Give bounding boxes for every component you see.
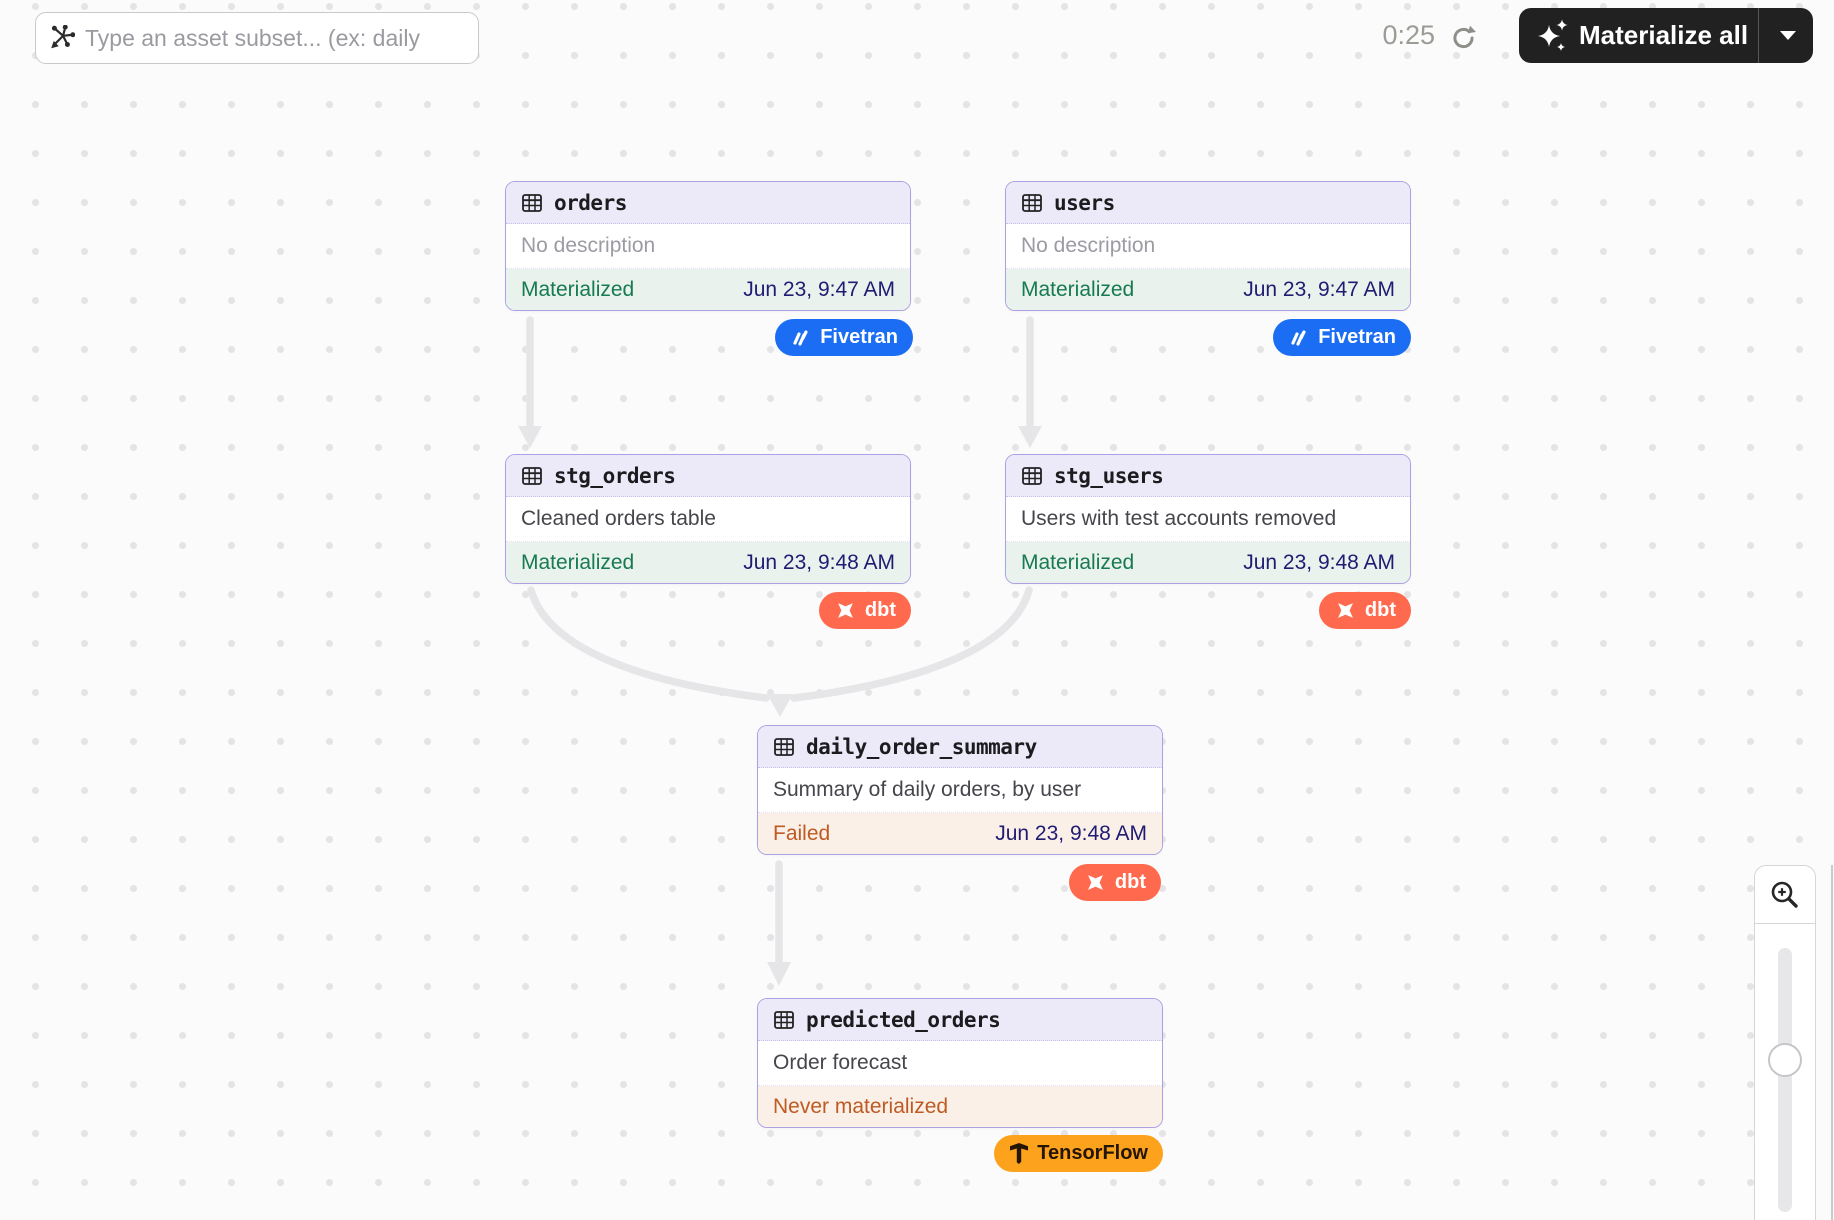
asset-description: Users with test accounts removed — [1006, 497, 1410, 542]
zoom-slider-thumb[interactable] — [1768, 1043, 1802, 1077]
arrowhead — [1018, 426, 1042, 448]
refresh-button[interactable] — [1447, 21, 1481, 55]
refresh-icon — [1449, 23, 1479, 53]
asset-node-stg_users[interactable]: stg_users Users with test accounts remov… — [1005, 454, 1411, 584]
zoom-in-icon — [1768, 878, 1802, 912]
asset-description: No description — [506, 224, 910, 269]
asset-name: daily_order_summary — [806, 735, 1037, 759]
status-timestamp: Jun 23, 9:47 AM — [1243, 278, 1395, 302]
compute-kind-badge-dbt: dbt — [1319, 592, 1411, 629]
asset-node-predicted_orders[interactable]: predicted_orders Order forecast Never ma… — [757, 998, 1163, 1128]
status-label: Never materialized — [773, 1095, 948, 1119]
zoom-in-button[interactable] — [1755, 866, 1815, 924]
asset-name: orders — [554, 191, 627, 215]
compute-kind-badge-tensorflow: TensorFlow — [994, 1135, 1163, 1172]
table-icon — [1021, 465, 1043, 487]
asset-description: No description — [1006, 224, 1410, 269]
dbt-icon — [1084, 871, 1107, 894]
status-timestamp: Jun 23, 9:48 AM — [743, 551, 895, 575]
dbt-icon — [834, 599, 857, 622]
asset-status-row: Materialized Jun 23, 9:48 AM — [506, 542, 910, 583]
status-label: Materialized — [1021, 278, 1134, 302]
asset-search-bar[interactable] — [35, 12, 479, 64]
asset-status-row: Failed Jun 23, 9:48 AM — [758, 813, 1162, 854]
status-timestamp: Jun 23, 9:47 AM — [743, 278, 895, 302]
caret-down-icon — [1779, 30, 1797, 41]
asset-node-header: stg_users — [1006, 455, 1410, 497]
dbt-icon — [1334, 599, 1357, 622]
zoom-slider — [1755, 924, 1815, 1220]
table-icon — [1021, 192, 1043, 214]
asset-name: predicted_orders — [806, 1008, 1000, 1032]
zoom-control-panel — [1754, 865, 1816, 1220]
asset-node-header: daily_order_summary — [758, 726, 1162, 768]
asset-description: Cleaned orders table — [506, 497, 910, 542]
asset-name: stg_users — [1054, 464, 1163, 488]
materialize-all-label: Materialize all — [1579, 20, 1748, 51]
badge-label: dbt — [1115, 871, 1146, 894]
asset-node-orders[interactable]: orders No description Materialized Jun 2… — [505, 181, 911, 311]
asset-description: Summary of daily orders, by user — [758, 768, 1162, 813]
asset-node-daily_order_summary[interactable]: daily_order_summary Summary of daily ord… — [757, 725, 1163, 855]
table-icon — [521, 465, 543, 487]
table-icon — [773, 736, 795, 758]
asset-node-header: orders — [506, 182, 910, 224]
materialize-all-button[interactable]: Materialize all — [1519, 8, 1758, 63]
asset-name: stg_orders — [554, 464, 675, 488]
sparkles-icon — [1533, 16, 1571, 56]
asset-status-row: Never materialized — [758, 1086, 1162, 1127]
arrowhead — [767, 694, 793, 717]
status-label: Materialized — [521, 278, 634, 302]
compute-kind-badge-dbt: dbt — [819, 592, 911, 629]
status-timestamp: Jun 23, 9:48 AM — [1243, 551, 1395, 575]
badge-label: Fivetran — [1318, 326, 1396, 349]
badge-label: TensorFlow — [1037, 1142, 1148, 1165]
status-label: Materialized — [521, 551, 634, 575]
asset-status-row: Materialized Jun 23, 9:47 AM — [1006, 269, 1410, 310]
asset-description: Order forecast — [758, 1041, 1162, 1086]
tensorflow-icon — [1009, 1142, 1029, 1165]
compute-kind-badge-fivetran: Fivetran — [1273, 319, 1411, 356]
fivetran-icon — [1288, 327, 1310, 349]
status-timestamp: Jun 23, 9:48 AM — [995, 822, 1147, 846]
table-icon — [773, 1009, 795, 1031]
edge-stg_orders-daily_order_summary — [531, 590, 766, 698]
materialize-all-split-button: Materialize all — [1519, 8, 1813, 63]
zoom-slider-track[interactable] — [1778, 948, 1792, 1212]
asset-name: users — [1054, 191, 1115, 215]
asset-search-input[interactable] — [85, 13, 478, 63]
asset-node-header: predicted_orders — [758, 999, 1162, 1041]
asset-node-header: stg_orders — [506, 455, 910, 497]
compute-kind-badge-dbt: dbt — [1069, 864, 1161, 901]
arrowhead — [518, 426, 542, 448]
asset-status-row: Materialized Jun 23, 9:47 AM — [506, 269, 910, 310]
arrowhead — [767, 962, 791, 986]
asset-node-users[interactable]: users No description Materialized Jun 23… — [1005, 181, 1411, 311]
asset-graph-canvas[interactable]: 0:25 Materialize all — [0, 0, 1834, 1220]
badge-label: Fivetran — [820, 326, 898, 349]
asset-node-header: users — [1006, 182, 1410, 224]
compute-kind-badge-fivetran: Fivetran — [775, 319, 913, 356]
panel-edge-divider — [1831, 865, 1833, 1220]
asset-status-row: Materialized Jun 23, 9:48 AM — [1006, 542, 1410, 583]
badge-label: dbt — [1365, 599, 1396, 622]
asset-selection-icon — [49, 25, 75, 51]
status-label: Failed — [773, 822, 830, 846]
status-label: Materialized — [1021, 551, 1134, 575]
table-icon — [521, 192, 543, 214]
asset-node-stg_orders[interactable]: stg_orders Cleaned orders table Material… — [505, 454, 911, 584]
fivetran-icon — [790, 327, 812, 349]
refresh-timer: 0:25 — [1355, 20, 1435, 51]
materialize-options-button[interactable] — [1758, 8, 1817, 63]
badge-label: dbt — [865, 599, 896, 622]
